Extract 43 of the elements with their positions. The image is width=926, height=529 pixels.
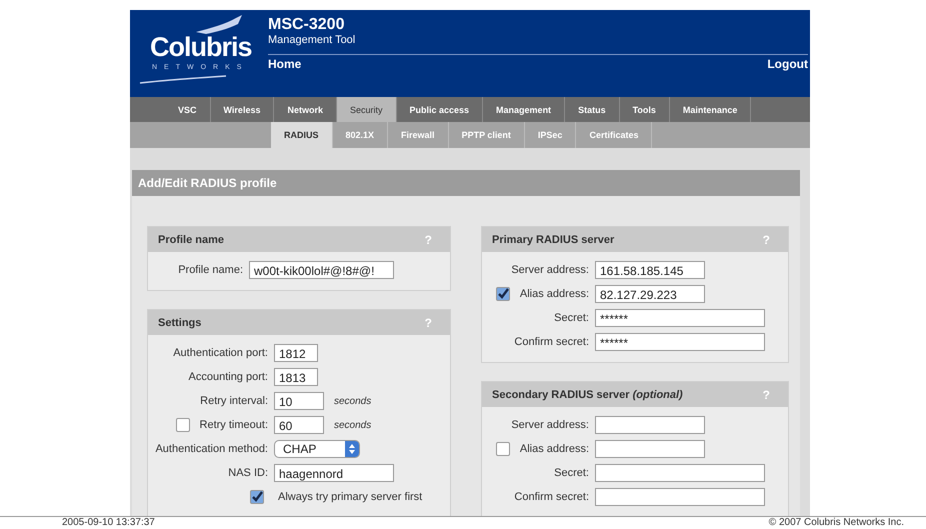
field-label: Retry timeout: xyxy=(200,419,268,431)
field-label: Secret: xyxy=(554,467,589,479)
sub-tab[interactable]: RADIUS xyxy=(271,122,333,148)
input-field[interactable]: ****** xyxy=(595,333,765,351)
unit-label: seconds xyxy=(334,396,372,406)
field-label: Accounting port: xyxy=(188,371,268,383)
field-label: Secret: xyxy=(554,312,589,324)
input-field[interactable]: 10 xyxy=(274,392,324,410)
section-title: Primary RADIUS server xyxy=(492,234,614,246)
input-field[interactable]: 82.127.29.223 xyxy=(595,285,705,303)
section-title: Secondary RADIUS server (optional) xyxy=(492,388,683,400)
home-link[interactable]: Home xyxy=(268,57,302,71)
field-label: Retry interval: xyxy=(200,395,268,407)
input-field[interactable]: 161.58.185.145 xyxy=(595,261,705,279)
field-label: Authentication method: xyxy=(155,443,268,455)
field-label: Profile name: xyxy=(178,264,243,276)
product-title: MSC-3200 xyxy=(268,16,346,34)
field-label: Server address: xyxy=(511,419,589,431)
input-field[interactable]: 1813 xyxy=(274,368,318,386)
field-label: Always try primary server first xyxy=(277,491,422,503)
input-field[interactable]: 60 xyxy=(274,416,324,434)
timestamp: 2005-09-10 13:37:37 xyxy=(62,517,155,529)
field-label: Authentication port: xyxy=(173,347,268,359)
logo-text: Colubris xyxy=(150,32,252,63)
input-field[interactable]: haagennord xyxy=(274,464,394,482)
input-field[interactable]: w00t-kik00lol#@!8#@! xyxy=(249,261,394,279)
unit-label: seconds xyxy=(334,420,372,430)
section-title: Settings xyxy=(158,316,202,328)
nav-tab[interactable]: Security xyxy=(336,97,396,122)
panel-title: Add/Edit RADIUS profile xyxy=(132,170,800,196)
method-dropdown[interactable]: CHAP xyxy=(274,440,360,458)
field-label: Confirm secret: xyxy=(514,336,589,348)
input-field[interactable]: 1812 xyxy=(274,344,318,362)
field-label: NAS ID: xyxy=(228,467,268,479)
field-label: Alias address: xyxy=(520,288,589,300)
field-label: Confirm secret: xyxy=(514,491,589,503)
logout-link[interactable]: Logout xyxy=(767,57,808,71)
product-subtitle: Management Tool xyxy=(268,34,356,46)
field-label: Server address: xyxy=(511,264,589,276)
copyright-text: © 2007 Colubris Networks Inc. xyxy=(768,517,904,529)
section-title: Profile name xyxy=(158,234,224,246)
input-field[interactable]: ****** xyxy=(595,309,765,327)
field-label: Alias address: xyxy=(520,443,589,455)
